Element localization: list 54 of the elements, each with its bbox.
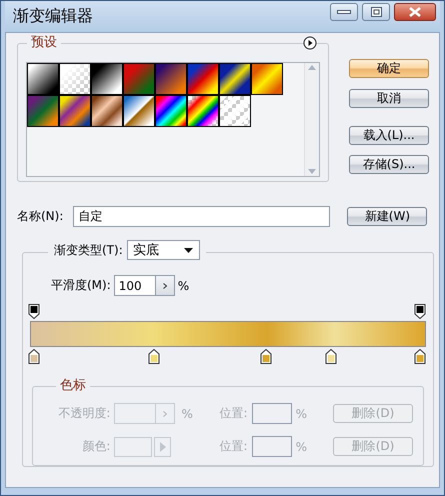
gradient-swatch[interactable] [59,63,91,95]
color-menu-button[interactable] [154,436,172,456]
group-label: 色标 [56,378,90,394]
gradient-swatch[interactable] [187,63,219,95]
color-stop[interactable] [28,349,40,364]
dialog-button[interactable]: 载入(L)... [349,126,429,145]
opacity-stop[interactable] [28,304,40,319]
minimize-icon [337,9,351,15]
type-dropdown[interactable]: 实底 [126,240,200,260]
gradient-swatch[interactable] [59,95,91,127]
gradient-swatch[interactable] [219,63,251,95]
gradient-swatch[interactable] [219,95,251,127]
gradient-swatch[interactable] [155,63,187,95]
field-label: 渐变类型(T): [54,242,123,258]
field-label: 名称(N): [17,208,64,225]
group-label: 预设 [27,35,61,51]
field-label: 颜色: [81,438,110,455]
gradient-swatch[interactable] [27,95,59,127]
arrow-icon [160,442,166,452]
maximize-icon [370,7,382,17]
dropdown-arrow-icon [184,248,193,252]
gradient-swatch[interactable] [27,63,59,95]
gradient-swatch[interactable] [155,95,187,127]
field-label: 位置: [220,405,248,422]
gradient-swatch[interactable] [123,95,155,127]
color-stop[interactable] [414,349,426,364]
color-stop[interactable] [260,349,272,364]
opacity-stop[interactable] [414,304,426,319]
color-stop[interactable] [148,349,160,364]
minimize-button[interactable] [330,3,358,21]
gradient-swatch[interactable] [123,63,155,95]
gradient-swatch[interactable] [251,63,283,95]
close-button[interactable] [394,3,436,21]
name-field[interactable]: 自定 [73,206,330,227]
gradient-swatch[interactable] [187,95,219,127]
smoothness-field[interactable]: 100 [114,275,155,296]
dialog-button[interactable]: 存储(S)... [349,155,429,174]
close-icon [409,7,421,17]
unit-label: % [178,278,190,292]
unit-label: % [296,440,307,454]
unit-label: % [181,406,193,420]
field-label: 位置: [220,438,248,455]
unit-label: % [296,406,307,420]
maximize-button[interactable] [362,3,390,21]
menu-icon[interactable] [303,36,317,50]
gradient-swatch[interactable] [91,95,123,127]
dialog-button[interactable]: 确定 [349,59,429,78]
field-label: 不透明度: [57,405,110,422]
color-stop[interactable] [326,349,337,364]
gradient-swatch[interactable] [91,63,123,95]
new-button[interactable]: 新建(W) [347,207,428,226]
dialog-button[interactable]: 取消 [349,89,429,108]
window-title: 渐变编辑器 [13,6,93,27]
field-label: 平滑度(M): [51,277,111,294]
